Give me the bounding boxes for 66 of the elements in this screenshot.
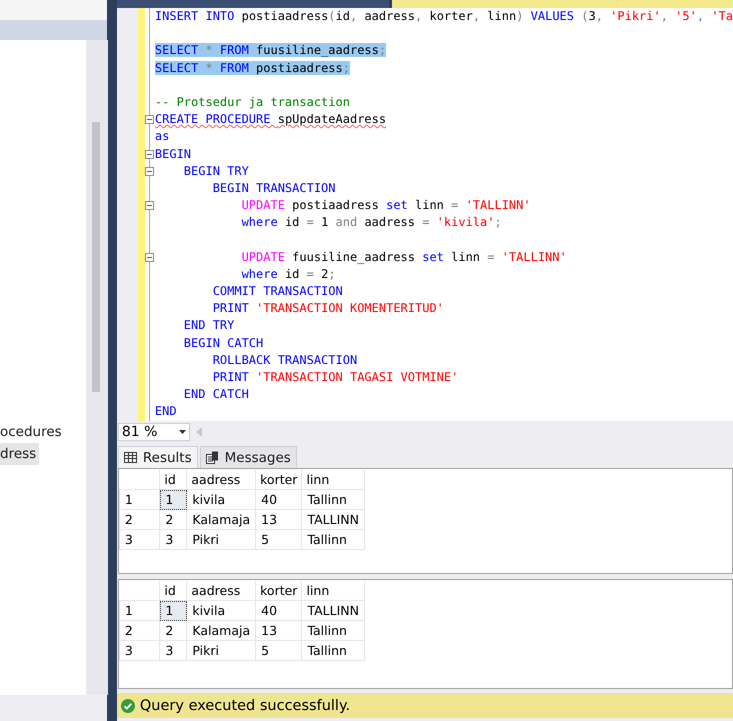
- column-header[interactable]: korter: [256, 470, 302, 490]
- code-line: CREATE PROCEDURE spUpdateAadress: [154, 112, 386, 126]
- code-line: END TRY: [182, 318, 234, 332]
- column-header[interactable]: korter: [256, 581, 302, 600]
- row-number: 2: [119, 620, 160, 640]
- status-message: Query executed successfully.: [140, 698, 350, 714]
- code-line: -- Protsedur ja transaction: [154, 94, 350, 109]
- table-cell: 2: [160, 510, 187, 530]
- code-line: INSERT INTO postiaadress(id, aadress, korter, linn) VALUES (3, 'Pikri', '5', 'Ta: [154, 9, 733, 23]
- table-cell: TALLINN: [302, 510, 365, 530]
- table-cell: Tallinn: [302, 620, 365, 640]
- code-line: END: [154, 404, 177, 418]
- code-line: where id = 1 and aadress = 'kivila';: [240, 215, 502, 230]
- table-cell: 5: [256, 530, 302, 550]
- table-cell: 5: [256, 640, 302, 660]
- code-line: END CATCH: [182, 387, 249, 402]
- table-cell: 13: [256, 510, 302, 530]
- table-cell: kivila: [186, 490, 256, 510]
- table-cell: 1: [160, 490, 187, 510]
- code-line: BEGIN TRY: [182, 164, 249, 178]
- row-number: 1: [119, 600, 160, 620]
- messages-icon: [206, 451, 219, 464]
- row-number: 3: [119, 530, 160, 550]
- table-cell: Tallinn: [302, 490, 365, 510]
- table-cell: Tallinn: [302, 640, 365, 660]
- results-tab[interactable]: Results: [118, 446, 198, 468]
- code-line: BEGIN CATCH: [182, 336, 264, 350]
- code-line: BEGIN: [154, 146, 192, 160]
- results-tab[interactable]: Messages: [200, 446, 297, 468]
- code-line: UPDATE postiaadress set linn = 'TALLINN': [240, 198, 531, 212]
- column-header[interactable]: aadress: [186, 581, 256, 600]
- code-line: as: [154, 129, 170, 144]
- table-cell: Tallinn: [302, 530, 365, 550]
- table-cell: 3: [160, 640, 187, 660]
- table-cell: 40: [256, 600, 302, 620]
- tree-item[interactable]: ocedures: [0, 421, 65, 443]
- check-circle-icon: [120, 698, 135, 712]
- table-cell: TALLINN: [302, 600, 365, 620]
- column-header[interactable]: aadress: [186, 470, 256, 490]
- table-cell: Pikri: [186, 530, 256, 550]
- table-cell: 40: [256, 490, 302, 510]
- row-number: 3: [119, 640, 160, 660]
- code-line: PRINT 'TRANSACTION TAGASI VOTMINE': [212, 370, 458, 384]
- grid-icon: [124, 452, 137, 463]
- row-number: 1: [119, 490, 160, 510]
- row-number: 2: [119, 510, 160, 530]
- zoom-dropdown[interactable]: 81 %: [118, 423, 190, 441]
- code-line: UPDATE fuusiline_aadress set linn = 'TALLINN': [240, 250, 567, 264]
- tree-item[interactable]: dress: [0, 443, 40, 465]
- column-header[interactable]: linn: [302, 581, 365, 600]
- column-header[interactable]: linn: [302, 470, 365, 490]
- table-cell: Pikri: [186, 640, 256, 660]
- code-line: where id = 2;: [240, 266, 336, 281]
- code-line: COMMIT TRANSACTION: [212, 284, 343, 298]
- table-cell: Kalamaja: [186, 510, 256, 530]
- code-line: PRINT 'TRANSACTION KOMENTERITUD': [212, 301, 444, 316]
- caret-icon: [178, 430, 186, 434]
- table-cell: 13: [256, 620, 302, 640]
- table-cell: kivila: [186, 600, 256, 620]
- code-line: ROLLBACK TRANSACTION: [212, 352, 358, 367]
- code-line: BEGIN TRANSACTION: [212, 180, 336, 195]
- table-cell: Kalamaja: [186, 620, 256, 640]
- table-cell: 3: [160, 530, 187, 550]
- scrollbar-thumb[interactable]: [92, 122, 100, 392]
- table-cell: 2: [160, 620, 187, 640]
- table-cell: 1: [160, 600, 187, 620]
